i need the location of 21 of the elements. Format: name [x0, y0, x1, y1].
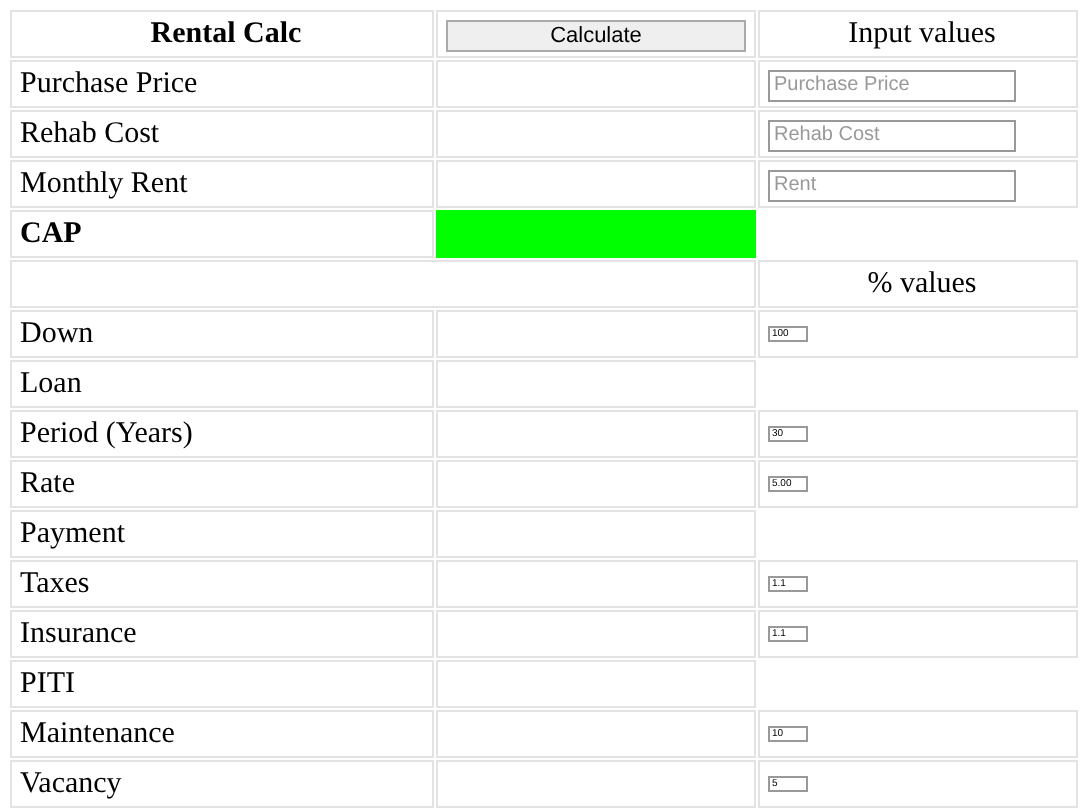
- row-label: CAP: [10, 210, 434, 258]
- row-label: Loan: [10, 360, 434, 408]
- row-label: Monthly Rent: [10, 160, 434, 208]
- row-label: Down: [10, 310, 434, 358]
- row-label: Rate: [10, 460, 434, 508]
- title: Rental Calc: [10, 10, 434, 58]
- column-header: Input values: [758, 10, 1078, 58]
- column-header: % values: [758, 260, 1078, 308]
- row-label: Purchase Price: [10, 60, 434, 108]
- input-field[interactable]: Purchase Price: [768, 69, 1016, 102]
- row-label: Taxes: [10, 560, 434, 608]
- input-field[interactable]: Rent: [768, 169, 1016, 202]
- row-label: Payment: [10, 510, 434, 558]
- calculate-button[interactable]: Calculate: [446, 19, 746, 51]
- input-field[interactable]: Rehab Cost: [768, 119, 1016, 152]
- row-label: Vacancy: [10, 760, 434, 808]
- row-label: Period (Years): [10, 410, 434, 458]
- row-label: Insurance: [10, 610, 434, 658]
- row-label: PITI: [10, 660, 434, 708]
- row-label: Rehab Cost: [10, 110, 434, 158]
- row-label: Maintenance: [10, 710, 434, 758]
